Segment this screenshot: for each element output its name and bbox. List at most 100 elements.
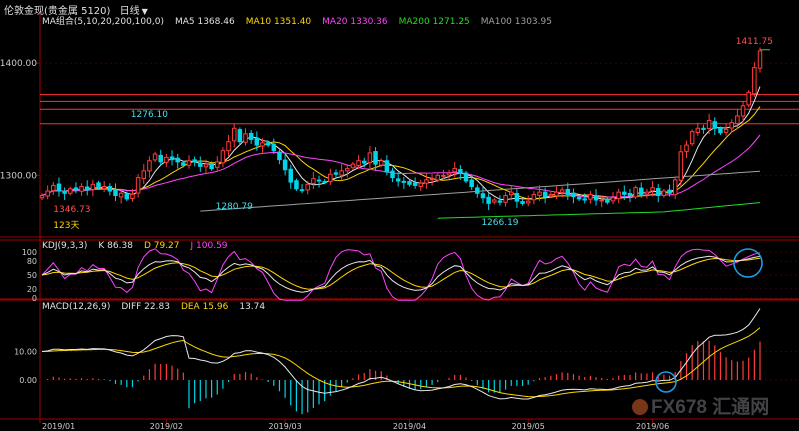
candle-body [576, 197, 582, 200]
candle-body [752, 67, 757, 95]
candle-body [548, 193, 554, 197]
x-tick-label: 2019/06 [636, 422, 669, 431]
candle-body [356, 160, 361, 166]
candle-body [282, 159, 288, 171]
indicator-value: MA10 1351.40 [245, 17, 312, 27]
candle-body [79, 186, 84, 192]
candle-body [361, 160, 367, 164]
candle-body [316, 179, 322, 182]
candle-body [469, 179, 474, 188]
candle-body [740, 105, 746, 117]
candle-body [135, 177, 141, 194]
candle-body [288, 168, 294, 183]
candle-body [435, 174, 441, 181]
candle-body [333, 172, 339, 175]
candle-body [243, 133, 248, 143]
candle-body [723, 128, 729, 133]
candle-body [655, 188, 661, 197]
candle-body [45, 190, 50, 197]
kdj-d-line [41, 257, 761, 290]
candle-body [554, 191, 559, 197]
candle-body [118, 192, 124, 198]
candle-body [565, 188, 571, 195]
indicator-value: KDJ(9,3,3) [42, 241, 88, 251]
candle-body [198, 162, 203, 167]
candle-body [729, 122, 734, 129]
indicator-value: MA200 1271.25 [398, 17, 470, 27]
candle-body [395, 178, 401, 182]
candle-body [113, 189, 118, 197]
candle-body [226, 141, 231, 152]
candle-body [181, 162, 186, 166]
price-annotation: 1276.10 [131, 110, 168, 120]
fx678-logo-icon [632, 399, 648, 415]
candle-body [712, 121, 718, 129]
price-tick-label: 1400.00 [0, 59, 37, 69]
kdj-indicator-header: KDJ(9,3,3) K 86.38 D 79.27 J 100.59 [42, 241, 239, 251]
candle-body [231, 127, 237, 142]
kdj-tick-label: 50 [27, 271, 37, 280]
candle-body [277, 151, 282, 161]
candle-body [542, 191, 548, 198]
ma200-line [437, 202, 761, 219]
candle-body [90, 183, 96, 190]
candle-body [475, 187, 480, 194]
candle-body [147, 160, 152, 172]
candle-body [169, 156, 175, 161]
candle-body [390, 170, 395, 179]
macd-indicator-header: MACD(12,26,9) DIFF 22.83 DEA 15.96 13.74 [42, 302, 276, 312]
macd-diff-line [41, 308, 761, 400]
candle-body [305, 183, 310, 191]
candle-body [684, 144, 689, 152]
watermark-logo: FX678 汇通网 [632, 392, 769, 419]
candle-body [689, 131, 695, 145]
candle-body [588, 193, 593, 200]
candle-body [73, 187, 79, 191]
price-tick-label: 1300.00 [0, 171, 37, 181]
candle-body [441, 174, 446, 177]
indicator-value: J 100.59 [190, 241, 228, 251]
candle-body [412, 182, 418, 186]
candle-body [265, 142, 271, 146]
candle-body [68, 188, 73, 194]
candle-body [706, 119, 712, 129]
candle-body [492, 199, 497, 203]
candle-body [695, 127, 701, 134]
candle-body [186, 160, 192, 166]
indicator-value: MA100 1303.95 [480, 17, 552, 27]
candle-body [429, 178, 435, 181]
candle-body [328, 173, 333, 183]
candle-body [345, 168, 350, 172]
indicator-value: K 86.38 [98, 241, 133, 251]
candle-body [622, 191, 627, 195]
candle-body [373, 151, 378, 165]
price-annotation: 1411.75 [736, 37, 773, 47]
candle-body [735, 115, 740, 125]
candle-body [152, 153, 158, 161]
candle-body [124, 193, 130, 200]
candle-body [718, 128, 723, 134]
candle-body [56, 183, 62, 192]
x-tick-label: 2019/01 [42, 422, 75, 431]
axis-labels: 1400.00 1300.00 1346.73 1276.10 123天 1280.79 1… [0, 37, 773, 431]
candle-body [192, 159, 197, 163]
candle-body [458, 169, 463, 174]
candle-body [407, 181, 412, 185]
price-annotation: 1346.73 [53, 205, 90, 215]
candle-body [446, 172, 452, 176]
candle-body [503, 195, 508, 203]
candle-body [51, 184, 56, 192]
grid-lines [0, 14, 799, 423]
macd-dea-line [41, 327, 761, 398]
candle-body [107, 186, 113, 192]
indicator-value: 13.74 [239, 302, 266, 312]
candle-body [486, 196, 491, 204]
candle-body [497, 200, 503, 203]
price-annotation: 1280.79 [216, 202, 253, 212]
candle-body [661, 190, 667, 197]
candle-body [672, 179, 678, 196]
price-indicator-header: MA组合(5,10,20,200,100,0) MA5 1368.46 MA10 1… [42, 14, 563, 27]
moving-average-lines [41, 86, 761, 219]
macd-lines [41, 308, 761, 400]
candle-body [311, 178, 316, 184]
